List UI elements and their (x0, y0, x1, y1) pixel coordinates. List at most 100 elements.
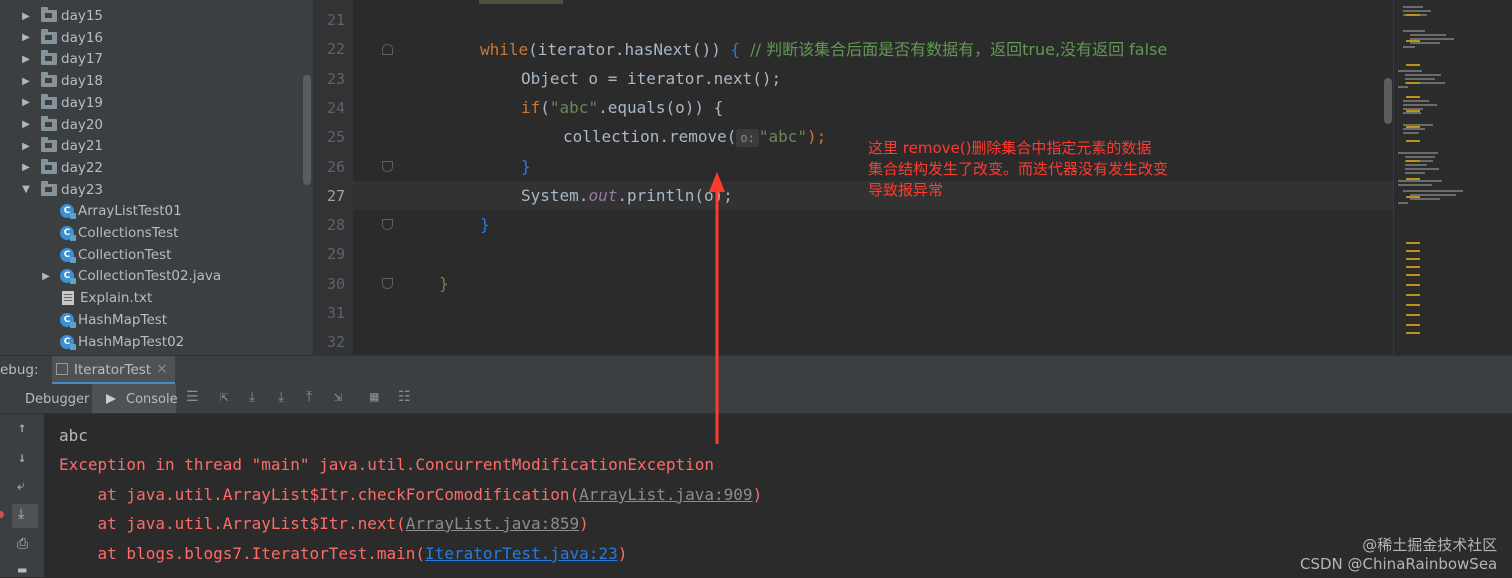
run-config-icon (56, 363, 68, 375)
tab-debugger[interactable]: Debugger (25, 392, 89, 407)
down-arrow-icon[interactable]: ↓ (18, 450, 26, 466)
code-line-28: } (480, 215, 490, 234)
scroll-marker[interactable] (1406, 126, 1420, 128)
step-over-icon[interactable]: ⤓ (249, 389, 255, 405)
tab-console[interactable]: Console (92, 384, 178, 413)
scroll-to-end-button[interactable]: ⤓ (12, 504, 38, 528)
code-line-30: } (439, 274, 449, 293)
tree-item-label: day18 (61, 73, 104, 90)
scroll-marker[interactable] (1406, 266, 1420, 268)
scroll-marker[interactable] (1406, 250, 1420, 252)
trace-icon[interactable]: ☷ (398, 389, 411, 405)
scroll-marker[interactable] (1406, 332, 1420, 334)
tree-item[interactable]: ▶ day20 (20, 114, 103, 136)
menu-lines-icon[interactable]: ☰ (186, 389, 199, 405)
chevron-right-icon[interactable]: ▶ (20, 54, 32, 65)
scroll-marker[interactable] (1406, 110, 1420, 112)
source-link[interactable]: ArrayList.java:909 (579, 485, 752, 504)
run-to-cursor-icon[interactable]: ⇲ (334, 389, 342, 405)
print-icon[interactable]: ⎙ (17, 536, 28, 552)
tree-item[interactable]: C HashMapTest02 (40, 331, 184, 353)
chevron-down-icon[interactable]: ▼ (20, 184, 32, 195)
chevron-right-icon[interactable]: ▶ (20, 76, 32, 87)
chevron-right-icon[interactable]: ▶ (20, 32, 32, 43)
soft-wrap-icon[interactable]: ⤶ (17, 478, 25, 494)
minimap-line (1398, 152, 1438, 154)
fold-marker[interactable] (382, 44, 393, 55)
chevron-right-icon[interactable]: ▶ (20, 97, 32, 108)
chevron-right-icon[interactable]: ▶ (20, 162, 32, 173)
tab-label: IteratorTest (74, 362, 152, 378)
minimap-line (1403, 46, 1415, 48)
close-icon[interactable]: × (156, 361, 168, 377)
minimap-line (1403, 30, 1425, 32)
watermark-line: CSDN @ChinaRainbowSea (1300, 555, 1498, 573)
tab-iteratortest[interactable]: IteratorTest × (52, 356, 175, 384)
tree-item[interactable]: C ArrayListTest01 (40, 200, 182, 222)
minimap-line (1398, 180, 1442, 182)
scroll-marker[interactable] (1406, 140, 1420, 142)
scroll-marker[interactable] (1406, 274, 1420, 276)
chevron-right-icon[interactable]: ▶ (20, 11, 32, 22)
source-link[interactable]: ArrayList.java:859 (406, 514, 579, 533)
scroll-marker[interactable] (1406, 64, 1420, 66)
fold-marker[interactable] (382, 161, 393, 172)
minimap-line (1410, 198, 1440, 200)
scroll-marker[interactable] (1406, 14, 1420, 16)
evaluate-expression-icon[interactable]: ▦ (370, 389, 378, 405)
tree-item[interactable]: ▶ day19 (20, 92, 103, 114)
scroll-marker[interactable] (1406, 294, 1420, 296)
annotation-line: 集合结构发生了改变。而迭代器没有发生改变 (868, 160, 1169, 178)
delete-icon[interactable]: ▬ (18, 562, 26, 578)
tree-item[interactable]: ▶ day15 (20, 5, 103, 27)
tree-item[interactable]: ▼ day23 (20, 179, 103, 201)
step-into-icon[interactable]: ⤓ (278, 389, 284, 405)
tree-item[interactable]: C CollectionsTest (40, 222, 178, 244)
tree-item[interactable]: ▶ day22 (20, 157, 103, 179)
line-number: 22 (326, 40, 345, 59)
annotation-line: 这里 remove()删除集合中指定元素的数据 (868, 139, 1152, 157)
tree-item[interactable]: ▶ day17 (20, 48, 103, 70)
fold-marker[interactable] (382, 278, 393, 289)
minimap-line (1405, 172, 1425, 174)
folder-icon (41, 158, 57, 174)
annotation-line: 导致报异常 (868, 181, 944, 199)
text-file-icon (62, 291, 74, 306)
tree-item[interactable]: ▶ C CollectionTest02.java (40, 265, 221, 287)
tree-item[interactable]: ▶ day21 (20, 135, 103, 157)
chevron-right-icon[interactable]: ▶ (20, 141, 32, 152)
scroll-marker[interactable] (1406, 196, 1420, 198)
fold-marker[interactable] (382, 219, 393, 230)
line-number: 31 (326, 304, 345, 322)
scroll-marker[interactable] (1406, 258, 1420, 260)
show-execution-point-icon[interactable]: ⇱ (220, 389, 228, 405)
chevron-right-icon[interactable]: ▶ (20, 119, 32, 130)
scroll-marker[interactable] (1406, 304, 1420, 306)
scroll-marker[interactable] (1406, 40, 1420, 42)
editor-scrollbar[interactable] (1384, 78, 1392, 124)
scroll-marker[interactable] (1406, 96, 1420, 98)
tree-scrollbar[interactable] (303, 75, 311, 185)
tree-item[interactable]: Explain.txt (40, 287, 152, 309)
step-out-icon[interactable]: ⤒ (306, 389, 312, 405)
tree-item-label: day19 (61, 94, 104, 111)
tree-item-label: day23 (61, 181, 104, 198)
up-arrow-icon[interactable]: ↑ (18, 420, 26, 436)
minimap-line (1398, 202, 1408, 204)
scroll-marker[interactable] (1406, 178, 1420, 180)
scroll-marker[interactable] (1406, 82, 1420, 84)
tree-item[interactable]: ▶ day16 (20, 27, 103, 49)
tree-item[interactable]: C HashMapTest (40, 309, 167, 331)
debug-label: ebug: (0, 362, 39, 378)
source-link[interactable]: IteratorTest.java:23 (425, 544, 618, 563)
scroll-marker[interactable] (1406, 324, 1420, 326)
scroll-marker[interactable] (1406, 284, 1420, 286)
scroll-marker[interactable] (1406, 314, 1420, 316)
scroll-marker[interactable] (1406, 242, 1420, 244)
tree-item-label: day21 (61, 138, 104, 155)
scroll-marker[interactable] (1406, 160, 1420, 162)
chevron-right-icon[interactable]: ▶ (40, 271, 52, 282)
tree-item[interactable]: ▶ day18 (20, 70, 103, 92)
tree-item[interactable]: C CollectionTest (40, 244, 171, 266)
project-tree: ▶ day15 ▶ day16 ▶ day17 ▶ day18 ▶ day19 ▶ day20 ▶ day… (0, 0, 313, 355)
